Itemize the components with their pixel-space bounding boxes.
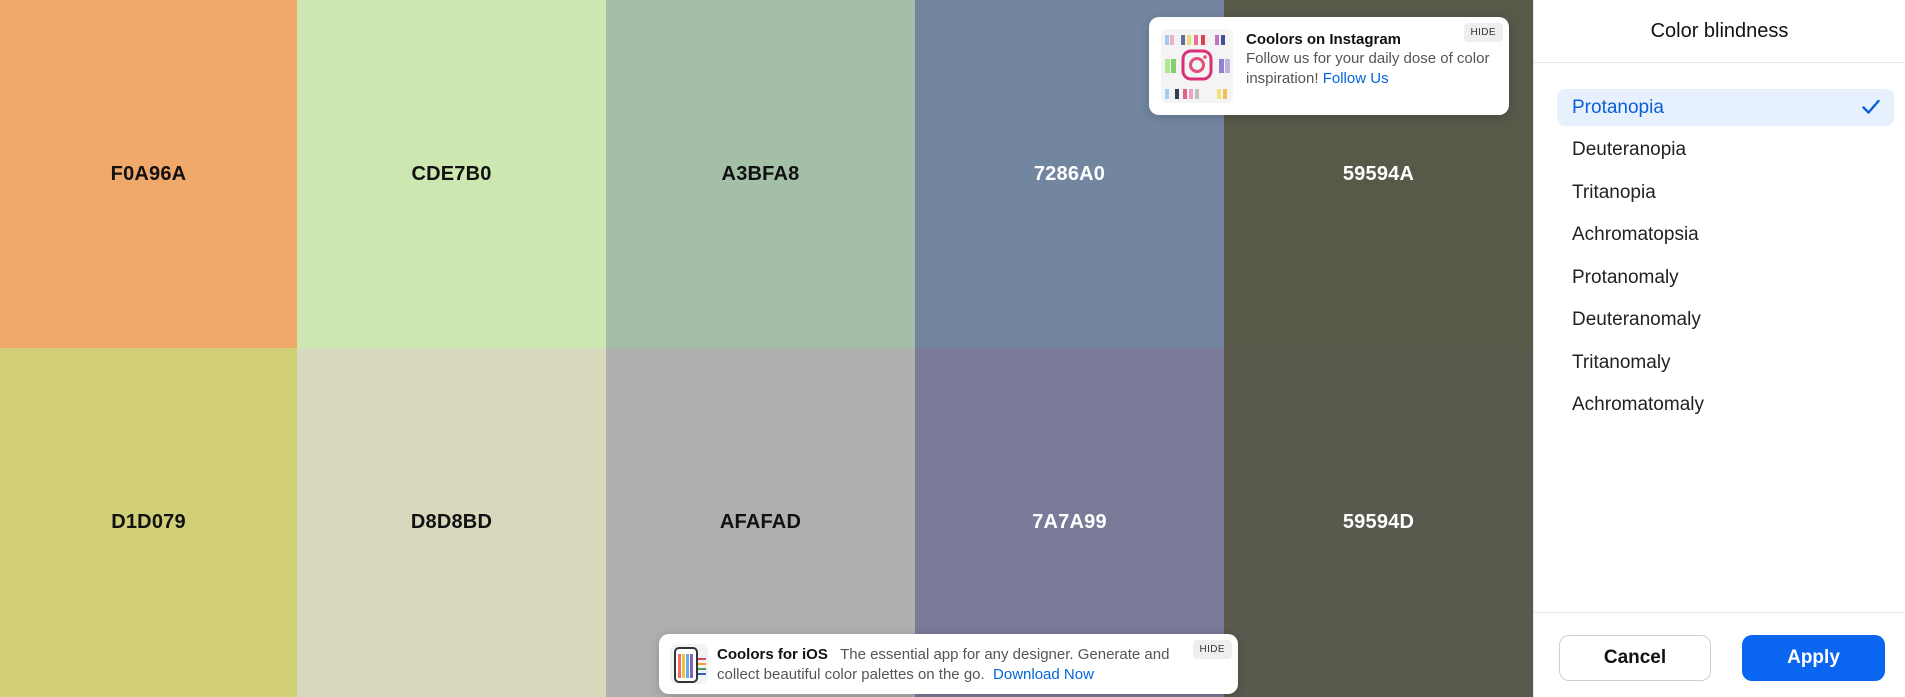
option-label: Protanopia	[1572, 96, 1664, 118]
ios-promo-card: Coolors for iOS The essential app for an…	[659, 634, 1238, 694]
ios-promo-title: Coolors for iOS	[717, 646, 828, 663]
option-tritanomaly[interactable]: Tritanomaly	[1557, 344, 1894, 381]
option-label: Protanomaly	[1572, 266, 1679, 288]
option-label: Tritanomaly	[1572, 351, 1671, 373]
option-label: Deuteranopia	[1572, 139, 1687, 160]
option-label: Achromatopsia	[1572, 224, 1699, 245]
swatch-hex-label: AFAFAD	[719, 511, 802, 533]
swatch-hex-label: F0A96A	[110, 162, 187, 185]
cancel-button[interactable]: Cancel	[1559, 635, 1711, 681]
follow-us-link[interactable]: Follow Us	[1323, 70, 1389, 87]
color-blindness-app: F0A96A CDE7B0 A3BFA8 7286A0 59594A D1D07…	[0, 0, 1905, 697]
color-blindness-options: Protanopia Deuteranopia Tritanopia Achro…	[1557, 89, 1894, 429]
swatch-simulated-5[interactable]: 59594D	[1224, 348, 1533, 697]
option-achromatomaly[interactable]: Achromatomaly	[1557, 387, 1894, 424]
option-deuteranomaly[interactable]: Deuteranomaly	[1557, 302, 1894, 339]
swatch-simulated-2[interactable]: D8D8BD	[297, 348, 606, 697]
option-protanopia[interactable]: Protanopia	[1557, 89, 1894, 126]
instagram-promo-body: Coolors on Instagram Follow us for your …	[1246, 30, 1498, 88]
option-protanomaly[interactable]: Protanomaly	[1557, 259, 1894, 296]
hide-instagram-promo-button[interactable]: HIDE	[1463, 23, 1503, 42]
swatch-hex-label: CDE7B0	[411, 162, 492, 185]
instagram-promo-text: Follow us for your daily dose of color i…	[1246, 49, 1498, 88]
option-label: Deuteranomaly	[1572, 309, 1701, 330]
option-achromatopsia[interactable]: Achromatopsia	[1557, 217, 1894, 254]
swatch-original-3[interactable]: A3BFA8	[606, 0, 915, 348]
panel-header: Color blindness	[1534, 0, 1905, 63]
swatch-hex-label: D1D079	[111, 511, 186, 533]
instagram-promo-title: Coolors on Instagram	[1246, 31, 1402, 48]
swatch-hex-label: 59594D	[1342, 511, 1415, 533]
download-now-link[interactable]: Download Now	[993, 666, 1094, 683]
hide-ios-promo-button[interactable]: HIDE	[1192, 640, 1232, 659]
instagram-promo-card: Coolors on Instagram Follow us for your …	[1149, 17, 1509, 115]
check-icon	[1862, 99, 1880, 114]
panel-title: Color blindness	[1650, 19, 1789, 42]
swatch-hex-label: A3BFA8	[721, 162, 800, 185]
panel-footer: Cancel Apply	[1534, 612, 1905, 697]
swatch-hex-label: 7A7A99	[1032, 511, 1107, 533]
phone-app-icon[interactable]	[670, 644, 708, 684]
option-label: Achromatomaly	[1572, 394, 1704, 415]
swatch-simulated-1[interactable]: D1D079	[0, 348, 297, 697]
swatch-hex-label: 59594A	[1342, 162, 1415, 185]
swatch-hex-label: D8D8BD	[410, 511, 493, 533]
swatch-original-2[interactable]: CDE7B0	[297, 0, 606, 348]
apply-button[interactable]: Apply	[1742, 635, 1885, 681]
option-label: Tritanopia	[1572, 181, 1656, 203]
swatch-hex-label: 7286A0	[1033, 162, 1106, 185]
instagram-icon[interactable]	[1161, 29, 1233, 103]
option-tritanopia[interactable]: Tritanopia	[1557, 174, 1894, 211]
option-deuteranopia[interactable]: Deuteranopia	[1557, 132, 1894, 169]
color-blindness-panel: Color blindness Protanopia Deuteranopia …	[1533, 0, 1905, 697]
swatch-original-1[interactable]: F0A96A	[0, 0, 297, 348]
ios-promo-body: Coolors for iOS The essential app for an…	[717, 645, 1177, 684]
